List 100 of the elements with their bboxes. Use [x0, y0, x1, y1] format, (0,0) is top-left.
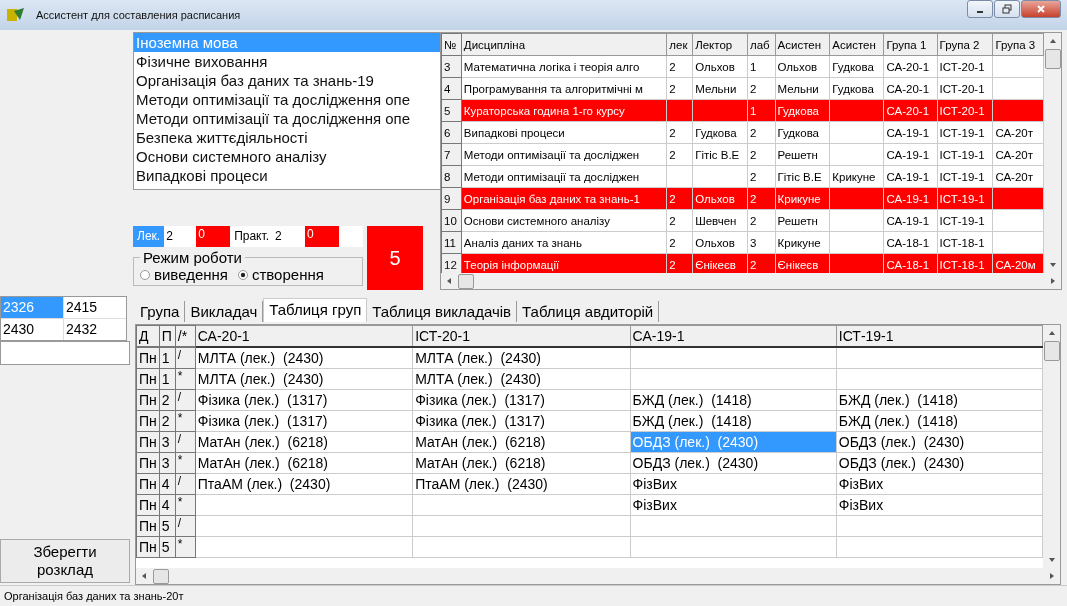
table-cell[interactable]: ОБДЗ (лек.) (2430)	[836, 431, 1043, 453]
table-cell[interactable]: МатАн (лек.) (6218)	[412, 431, 631, 453]
room-cell[interactable]: 2432	[64, 319, 126, 340]
table-cell: Гітіс В.Е	[775, 165, 830, 188]
table-cell[interactable]: ФізВих	[836, 494, 1043, 516]
day-cell: Пн	[136, 368, 160, 390]
minimize-button[interactable]	[967, 0, 993, 18]
table-cell[interactable]: ФізВих	[630, 473, 837, 495]
table-cell: Решетн	[775, 143, 830, 166]
radio-button[interactable]	[237, 269, 248, 280]
table-cell: ІСТ-18-1	[937, 231, 993, 254]
day-cell: Пн	[136, 347, 160, 369]
column-header[interactable]: /*	[175, 325, 196, 347]
table-cell: Кураторська година 1-го курсу	[461, 99, 667, 122]
horizontal-scrollbar[interactable]	[441, 273, 1061, 289]
column-header[interactable]: Асистен	[829, 33, 884, 56]
table-cell[interactable]: Фізика (лек.) (1317)	[195, 389, 413, 411]
radio-label[interactable]: виведення	[154, 266, 228, 283]
table-cell[interactable]	[412, 494, 631, 516]
table-cell[interactable]: Фізика (лек.) (1317)	[412, 410, 631, 432]
table-cell[interactable]: БЖД (лек.) (1418)	[630, 389, 837, 411]
table-cell[interactable]: ОБДЗ (лек.) (2430)	[836, 452, 1043, 474]
discipline-list-item[interactable]: Основи системного аналізу	[134, 147, 440, 166]
scrollbar-thumb[interactable]	[458, 273, 474, 289]
table-cell[interactable]	[836, 347, 1043, 369]
table-cell[interactable]: МЛТА (лек.) (2430)	[412, 368, 631, 390]
table-cell[interactable]: БЖД (лек.) (1418)	[836, 389, 1043, 411]
vertical-scrollbar[interactable]	[1044, 33, 1061, 273]
scrollbar-thumb[interactable]	[153, 568, 169, 584]
counter-field[interactable]: 2	[273, 226, 305, 247]
table-cell[interactable]: МатАн (лек.) (6218)	[195, 431, 413, 453]
column-header[interactable]: Група 1	[883, 33, 938, 56]
day-cell: Пн	[136, 410, 160, 432]
discipline-list-item[interactable]: Фізичне виховання	[134, 52, 440, 71]
tab[interactable]: Таблиця викладачів	[367, 301, 518, 322]
tab[interactable]: Таблиця груп	[263, 298, 368, 322]
day-cell: Пн	[136, 431, 160, 453]
counter-field[interactable]: 2	[164, 226, 197, 247]
radio-label[interactable]: створення	[251, 266, 324, 283]
table-cell[interactable]	[630, 347, 837, 369]
table-cell[interactable]: МЛТА (лек.) (2430)	[412, 347, 631, 369]
table-cell[interactable]: ФізВих	[836, 473, 1043, 495]
maximize-button[interactable]	[994, 0, 1020, 18]
input-field[interactable]	[0, 341, 130, 365]
table-cell[interactable]	[630, 515, 837, 537]
table-cell[interactable]: БЖД (лек.) (1418)	[630, 410, 837, 432]
table-cell[interactable]	[836, 515, 1043, 537]
discipline-list-item[interactable]: Безпека життєдіяльності	[134, 128, 440, 147]
room-cell[interactable]: 2415	[64, 297, 126, 318]
table-cell: ІСТ-19-1	[937, 165, 993, 188]
discipline-list-item[interactable]: Методи оптимізації та дослідження опе	[134, 109, 440, 128]
table-cell[interactable]: МатАн (лек.) (6218)	[195, 452, 413, 474]
close-button[interactable]	[1021, 0, 1061, 18]
table-cell[interactable]: ОБДЗ (лек.) (2430)	[630, 452, 837, 474]
column-header[interactable]: ІСТ-19-1	[836, 325, 1043, 347]
table-cell[interactable]	[412, 536, 631, 558]
column-header[interactable]: Дисципліна	[461, 33, 667, 56]
column-header[interactable]: лек	[666, 33, 693, 56]
scrollbar-thumb[interactable]	[1043, 341, 1060, 361]
vertical-scrollbar[interactable]	[1043, 325, 1060, 568]
column-header[interactable]: Лектор	[692, 33, 748, 56]
table-cell[interactable]	[836, 368, 1043, 390]
table-cell: СА-20т	[992, 143, 1044, 166]
table-cell[interactable]	[630, 368, 837, 390]
tab[interactable]: Група	[135, 301, 186, 322]
table-cell[interactable]: МЛТА (лек.) (2430)	[195, 347, 413, 369]
table-cell[interactable]	[195, 515, 413, 537]
table-cell: 2	[747, 209, 776, 232]
discipline-list-item[interactable]: Методи оптимізації та дослідження опе	[134, 90, 440, 109]
column-header[interactable]: Д	[136, 325, 160, 347]
column-header[interactable]: СА-19-1	[630, 325, 837, 347]
column-header[interactable]: Група 2	[937, 33, 993, 56]
table-cell[interactable]: Фізика (лек.) (1317)	[412, 389, 631, 411]
column-header[interactable]: ІСТ-20-1	[412, 325, 631, 347]
table-cell[interactable]: ПтаАМ (лек.) (2430)	[195, 473, 413, 495]
discipline-list-item[interactable]: Випадкові процеси	[134, 166, 440, 185]
scrollbar-thumb[interactable]	[1044, 49, 1061, 69]
close-icon	[1036, 4, 1046, 14]
room-cell[interactable]: 2430	[1, 319, 63, 340]
table-cell[interactable]: МЛТА (лек.) (2430)	[195, 368, 413, 390]
table-cell[interactable]: Фізика (лек.) (1317)	[195, 410, 413, 432]
table-cell[interactable]: ПтаАМ (лек.) (2430)	[412, 473, 631, 495]
column-header[interactable]: №	[441, 33, 462, 56]
tab[interactable]: Таблиця авдиторій	[517, 301, 660, 322]
column-header[interactable]: Група 3	[992, 33, 1044, 56]
table-cell[interactable]: МатАн (лек.) (6218)	[412, 452, 631, 474]
table-cell[interactable]: БЖД (лек.) (1418)	[836, 410, 1043, 432]
table-cell[interactable]	[195, 494, 413, 516]
table-cell[interactable]	[836, 536, 1043, 558]
discipline-list-item[interactable]: Організація баз даних та знань-19	[134, 71, 440, 90]
column-header[interactable]: Асистен	[775, 33, 830, 56]
table-cell[interactable]	[195, 536, 413, 558]
table-cell[interactable]	[412, 515, 631, 537]
table-cell[interactable]: ФізВих	[630, 494, 837, 516]
column-header[interactable]: лаб	[747, 33, 776, 56]
horizontal-scrollbar[interactable]	[136, 568, 1060, 584]
save-schedule-button[interactable]: Зберегти розклад	[0, 539, 130, 583]
radio-button[interactable]	[140, 269, 150, 280]
table-cell[interactable]	[630, 536, 837, 558]
column-header[interactable]: СА-20-1	[195, 325, 413, 347]
